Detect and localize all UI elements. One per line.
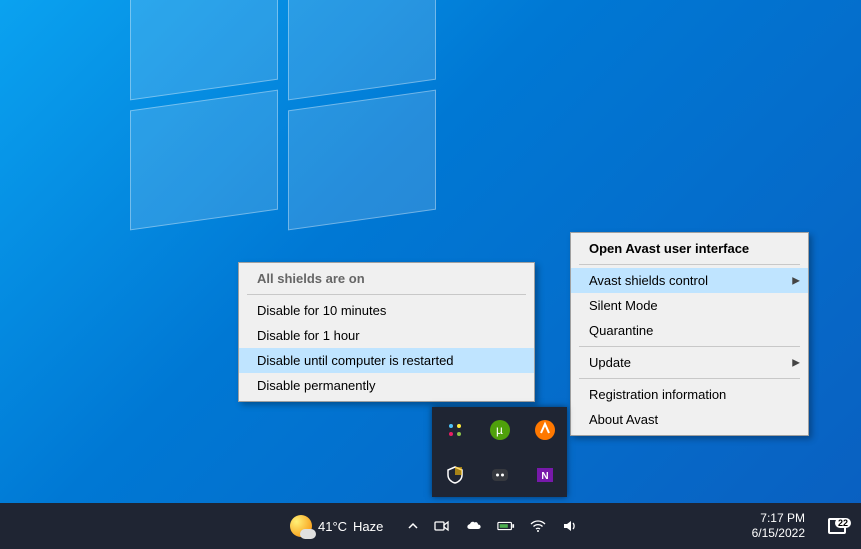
- menu-item-about[interactable]: About Avast: [571, 407, 808, 432]
- menu-item-shields-control[interactable]: Avast shields control ▶: [571, 268, 808, 293]
- discord-icon[interactable]: [488, 463, 512, 487]
- clock-time: 7:17 PM: [752, 511, 805, 526]
- menu-item-update[interactable]: Update ▶: [571, 350, 808, 375]
- weather-temp: 41°C: [318, 519, 347, 534]
- menu-item-disable-permanent[interactable]: Disable permanently: [239, 373, 534, 398]
- desktop[interactable]: All shields are on Disable for 10 minute…: [0, 0, 861, 549]
- meet-now-icon[interactable]: [433, 517, 451, 535]
- weather-condition: Haze: [353, 519, 383, 534]
- menu-item-registration[interactable]: Registration information: [571, 382, 808, 407]
- taskbar: 41°C Haze 7:17 PM 6/15/2022: [0, 503, 861, 549]
- svg-text:N: N: [541, 471, 548, 482]
- menu-item-quarantine[interactable]: Quarantine: [571, 318, 808, 343]
- windows-logo-wallpaper: [130, 0, 440, 220]
- tray-overflow-flyout: µ N: [432, 407, 567, 497]
- menu-item-open-ui[interactable]: Open Avast user interface: [571, 236, 808, 261]
- battery-icon[interactable]: [497, 517, 515, 535]
- avast-shields-submenu: All shields are on Disable for 10 minute…: [238, 262, 535, 402]
- volume-icon[interactable]: [561, 517, 579, 535]
- menu-separator: [579, 346, 800, 347]
- system-tray: [433, 517, 579, 535]
- weather-widget[interactable]: 41°C Haze: [290, 515, 383, 537]
- onenote-icon[interactable]: N: [533, 463, 557, 487]
- settings-sync-icon[interactable]: [443, 418, 467, 442]
- submenu-arrow-icon: ▶: [792, 275, 800, 286]
- menu-item-label: Update: [589, 355, 631, 370]
- submenu-arrow-icon: ▶: [792, 357, 800, 368]
- tray-overflow-toggle[interactable]: [407, 520, 419, 532]
- menu-item-label: Avast shields control: [589, 273, 708, 288]
- onedrive-icon[interactable]: [465, 517, 483, 535]
- avast-context-menu: Open Avast user interface Avast shields …: [570, 232, 809, 436]
- action-center-button[interactable]: 22: [819, 518, 855, 534]
- menu-separator: [247, 294, 526, 295]
- menu-item-silent-mode[interactable]: Silent Mode: [571, 293, 808, 318]
- clock-date: 6/15/2022: [752, 526, 805, 541]
- wifi-icon[interactable]: [529, 517, 547, 535]
- menu-separator: [579, 264, 800, 265]
- weather-icon: [290, 515, 312, 537]
- taskbar-clock[interactable]: 7:17 PM 6/15/2022: [746, 507, 811, 545]
- menu-item-disable-until-restart[interactable]: Disable until computer is restarted: [239, 348, 534, 373]
- menu-separator: [579, 378, 800, 379]
- menu-item-disable-1hr[interactable]: Disable for 1 hour: [239, 323, 534, 348]
- notification-badge: 22: [835, 518, 851, 528]
- utorrent-icon[interactable]: µ: [488, 418, 512, 442]
- menu-item-disable-10min[interactable]: Disable for 10 minutes: [239, 298, 534, 323]
- avast-icon[interactable]: [533, 418, 557, 442]
- windows-security-icon[interactable]: [443, 463, 467, 487]
- submenu-header: All shields are on: [239, 266, 534, 291]
